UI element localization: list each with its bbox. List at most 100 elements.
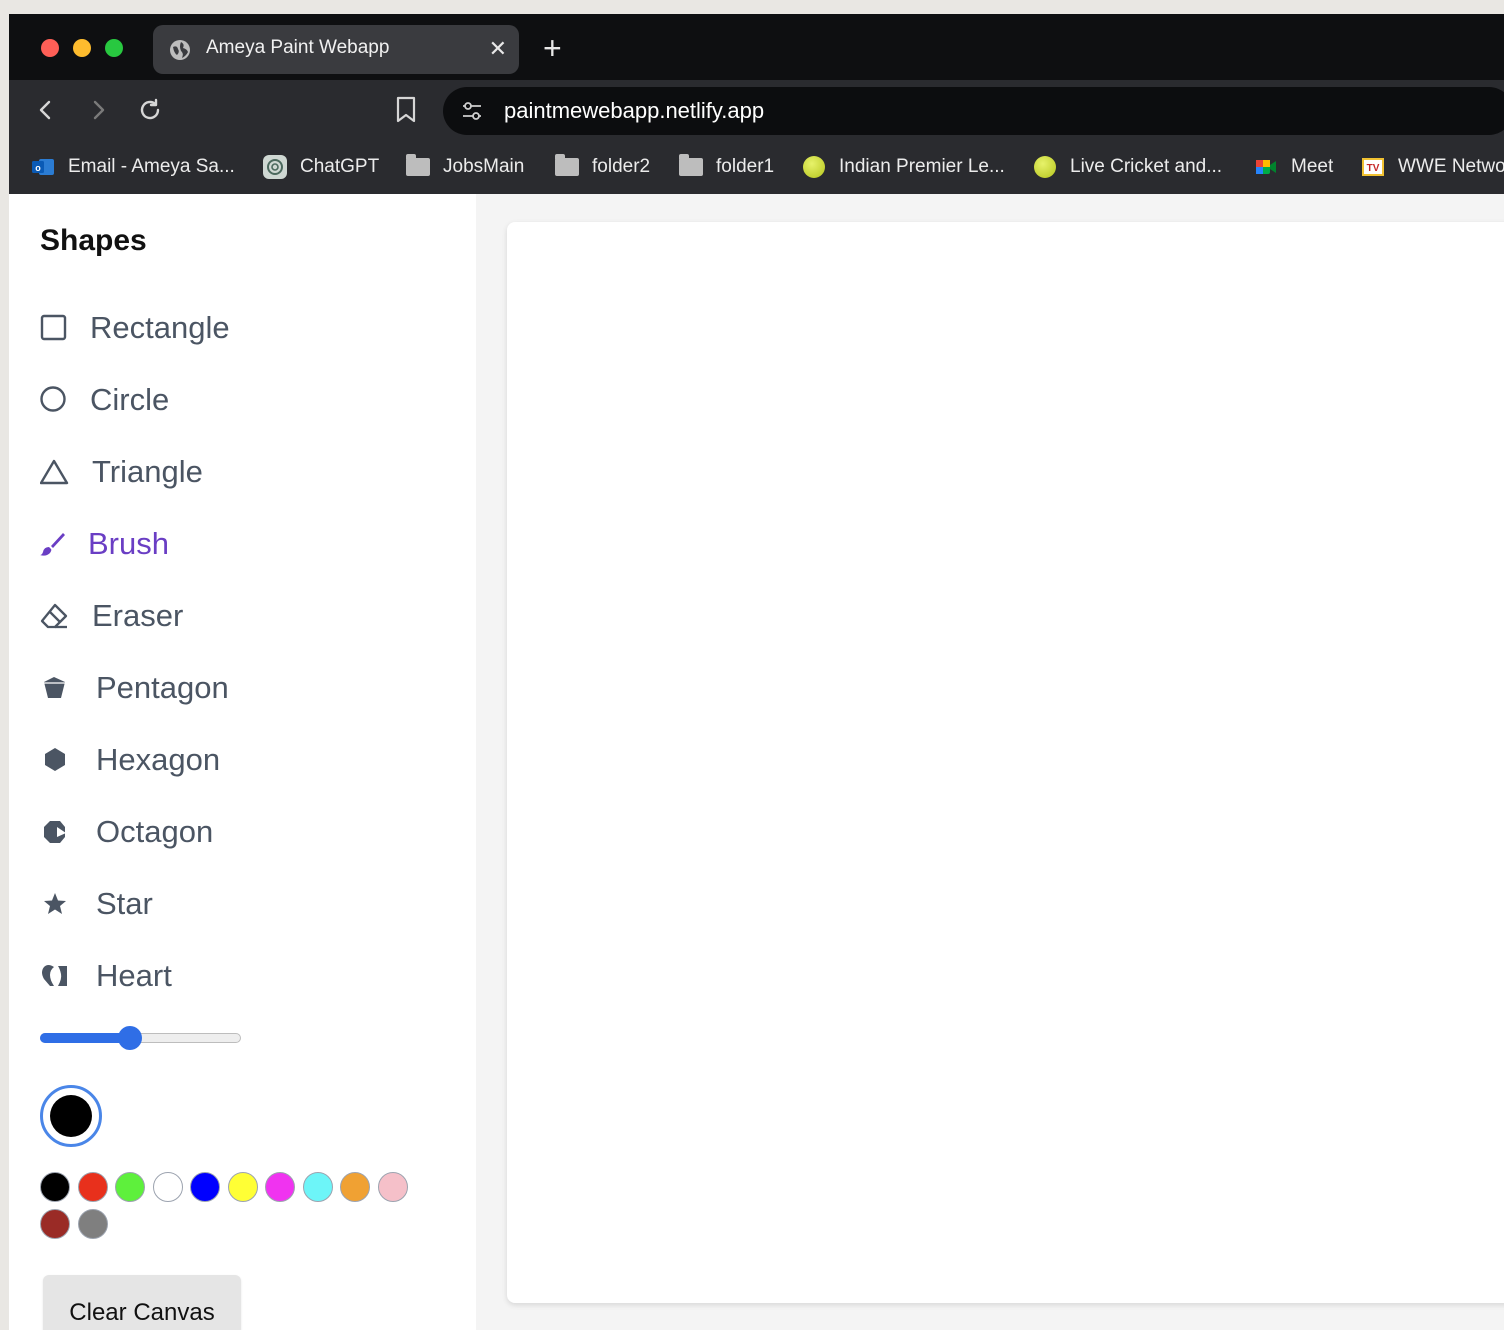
chatgpt-icon: [263, 155, 287, 179]
octagon-icon: [44, 821, 66, 843]
tool-octagon[interactable]: Octagon: [40, 812, 213, 852]
url-text: paintmewebapp.netlify.app: [504, 98, 765, 123]
triangle-outline-icon: [40, 459, 69, 485]
tool-label: Brush: [88, 526, 169, 561]
tool-pentagon[interactable]: Pentagon: [40, 668, 229, 708]
folder-icon: [555, 154, 579, 176]
bookmark-icon[interactable]: [395, 96, 417, 124]
ball-icon: [803, 156, 825, 178]
meet-icon: [1256, 160, 1276, 174]
close-window-button[interactable]: [41, 39, 59, 57]
tool-label: Circle: [90, 382, 170, 417]
globe-icon: [170, 40, 190, 60]
bookmark-label: Meet: [1291, 156, 1334, 177]
bookmark-label: Live Cricket and...: [1070, 156, 1223, 177]
tab-active[interactable]: Ameya Paint Webapp ✕: [153, 25, 519, 74]
tool-label: Heart: [96, 958, 172, 993]
brush-icon: [40, 533, 65, 556]
bookmark-label: JobsMain: [443, 156, 525, 177]
color-swatch[interactable]: [190, 1172, 220, 1202]
tv-icon: TV: [1362, 158, 1384, 176]
drawing-canvas[interactable]: [507, 222, 1504, 1303]
outlook-icon: o: [32, 159, 54, 175]
bookmark-label: folder2: [592, 156, 651, 177]
address-bar[interactable]: paintmewebapp.netlify.app: [443, 87, 1504, 135]
color-swatch[interactable]: [377, 1172, 408, 1202]
paint-app: Shapes Rectangle Circle Triangle Brush E…: [9, 194, 1504, 1330]
star-icon: [44, 893, 66, 914]
color-swatch[interactable]: [40, 1209, 70, 1239]
reload-icon[interactable]: [137, 97, 163, 123]
eraser-icon: [40, 603, 68, 629]
maximize-window-button[interactable]: [105, 39, 123, 57]
circle-outline-icon: [40, 386, 66, 412]
bookmark-meet[interactable]: Meet: [1254, 153, 1333, 181]
tool-label: Rectangle: [90, 310, 230, 345]
slider-thumb[interactable]: [118, 1026, 143, 1050]
sidebar-title: Shapes: [40, 224, 147, 257]
bookmark-live-cricket[interactable]: Live Cricket and...: [1034, 153, 1222, 181]
tool-circle[interactable]: Circle: [40, 380, 169, 420]
color-swatch[interactable]: [115, 1172, 145, 1202]
tool-eraser[interactable]: Eraser: [40, 596, 183, 636]
color-swatch[interactable]: [40, 1172, 70, 1202]
folder-icon: [406, 154, 430, 176]
color-swatch[interactable]: [227, 1172, 258, 1202]
pentagon-icon: [44, 677, 65, 698]
slider-fill: [40, 1033, 131, 1043]
tool-label: Star: [96, 886, 153, 921]
color-swatch[interactable]: [77, 1209, 108, 1239]
tab-title: Ameya Paint Webapp: [206, 37, 390, 58]
color-swatch[interactable]: [302, 1172, 333, 1202]
bookmark-label: Indian Premier Le...: [839, 156, 1005, 177]
clear-canvas-button[interactable]: Clear Canvas: [43, 1275, 241, 1330]
bookmark-email[interactable]: o Email - Ameya Sa...: [31, 153, 235, 181]
svg-text:o: o: [35, 163, 41, 173]
tool-star[interactable]: Star: [40, 884, 153, 924]
tools-sidebar: Shapes Rectangle Circle Triangle Brush E…: [9, 194, 476, 1330]
forward-icon[interactable]: [85, 97, 111, 123]
bookmark-label: ChatGPT: [300, 156, 380, 177]
color-swatch[interactable]: [77, 1172, 108, 1202]
tool-triangle[interactable]: Triangle: [40, 452, 203, 492]
tab-close-icon[interactable]: ✕: [489, 37, 507, 61]
tool-label: Triangle: [92, 454, 203, 489]
ball-icon: [1034, 156, 1056, 178]
color-swatch[interactable]: [340, 1172, 370, 1202]
back-icon[interactable]: [33, 97, 59, 123]
site-settings-icon[interactable]: [461, 100, 483, 122]
bookmark-folder2[interactable]: folder2: [555, 153, 650, 181]
tool-hexagon[interactable]: Hexagon: [40, 740, 220, 780]
brush-size-slider[interactable]: [40, 1026, 241, 1050]
bookmark-ipl[interactable]: Indian Premier Le...: [803, 153, 1005, 181]
tool-label: Pentagon: [96, 670, 229, 705]
tool-heart[interactable]: Heart: [40, 956, 172, 996]
browser-window: Ameya Paint Webapp ✕ + paintmewebapp.net…: [9, 14, 1504, 1330]
color-swatch[interactable]: [265, 1172, 295, 1202]
browser-toolbar: paintmewebapp.netlify.app: [9, 80, 1504, 140]
minimize-window-button[interactable]: [73, 39, 91, 57]
bookmarks-bar: o Email - Ameya Sa... ChatGPT JobsMain f…: [9, 140, 1504, 194]
bookmark-chatgpt[interactable]: ChatGPT: [263, 153, 379, 181]
selected-color-swatch: [50, 1095, 92, 1137]
color-picker[interactable]: [40, 1085, 102, 1147]
bookmark-wwe[interactable]: TV WWE Netwo: [1361, 153, 1504, 181]
tab-strip: Ameya Paint Webapp ✕ +: [9, 14, 1504, 80]
new-tab-button[interactable]: +: [543, 32, 562, 64]
bookmark-label: WWE Netwo: [1398, 156, 1504, 177]
tool-rectangle[interactable]: Rectangle: [40, 308, 230, 348]
bookmark-label: folder1: [716, 156, 775, 177]
svg-text:TV: TV: [1367, 163, 1380, 174]
tool-label: Hexagon: [96, 742, 221, 777]
bookmark-folder1[interactable]: folder1: [679, 153, 774, 181]
tool-brush[interactable]: Brush: [40, 524, 169, 564]
tool-label: Eraser: [92, 598, 184, 633]
heart-icon: [42, 965, 67, 986]
color-swatch[interactable]: [152, 1172, 183, 1202]
folder-icon: [679, 154, 703, 176]
square-outline-icon: [40, 314, 67, 341]
bookmark-label: Email - Ameya Sa...: [68, 156, 235, 177]
tool-label: Octagon: [96, 814, 214, 849]
hexagon-icon: [45, 748, 65, 771]
bookmark-jobsmain[interactable]: JobsMain: [406, 153, 524, 181]
